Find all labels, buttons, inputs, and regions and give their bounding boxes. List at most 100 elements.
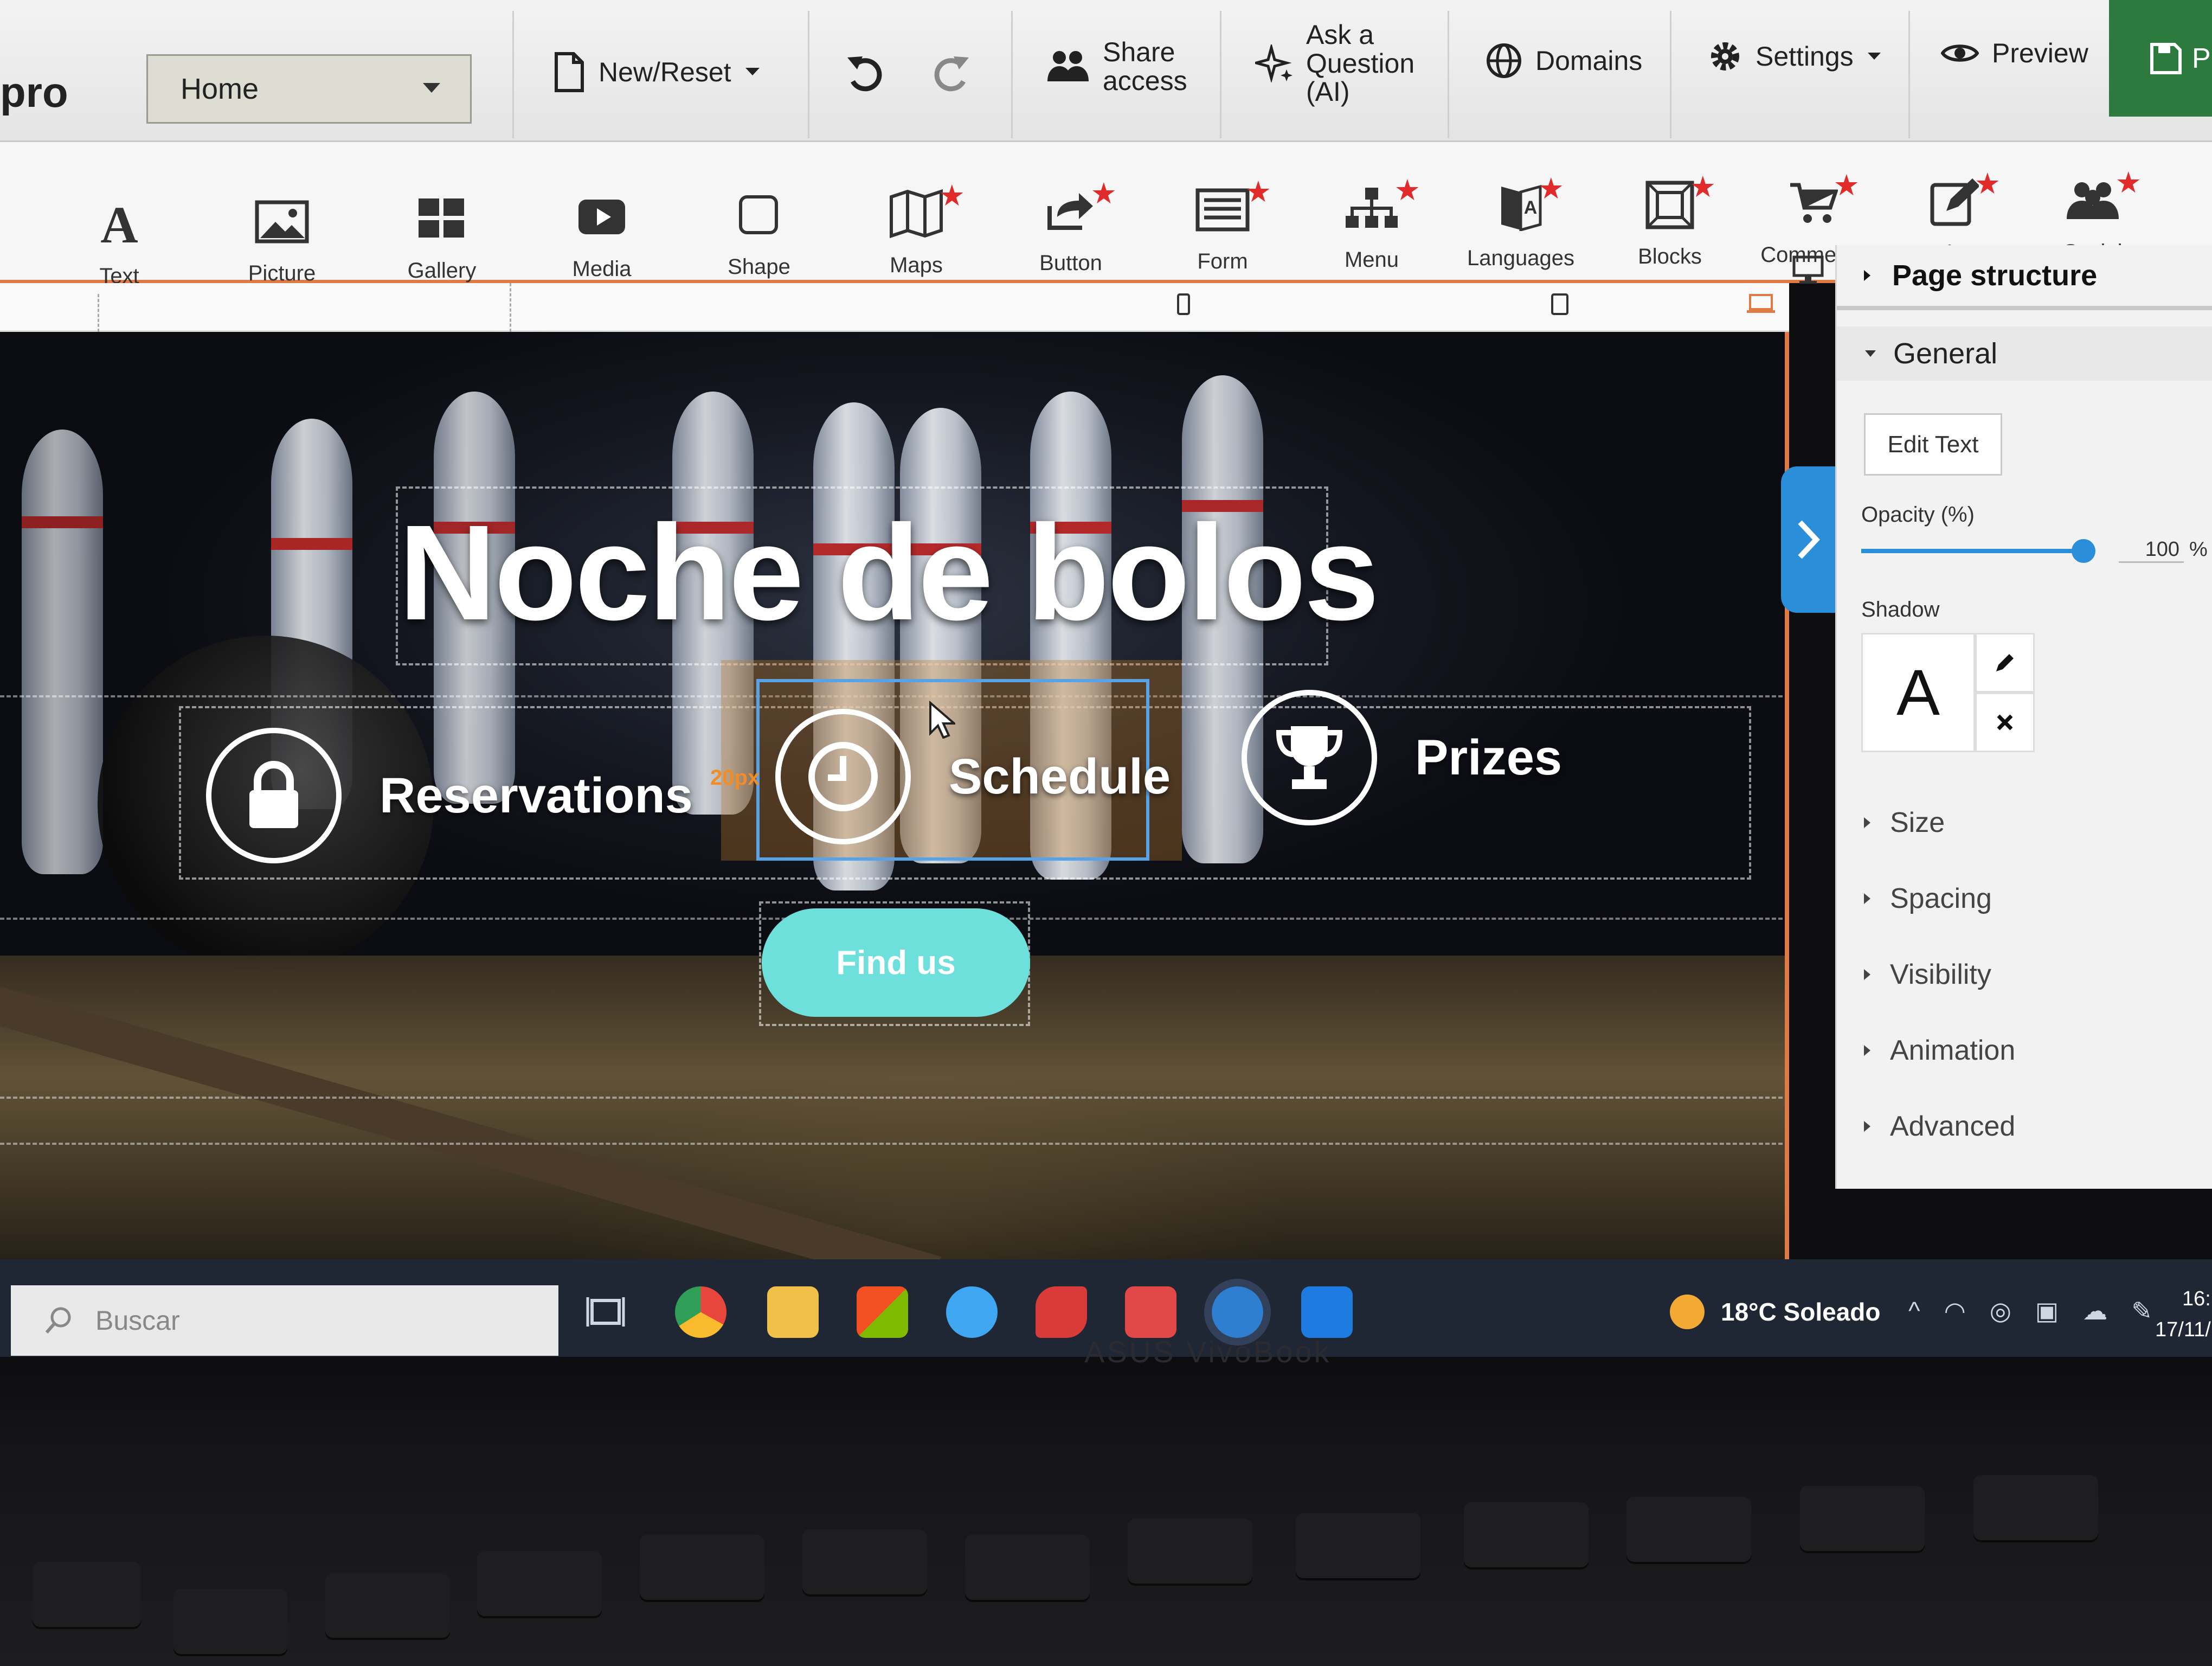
floppy-disk-icon — [2150, 42, 2182, 74]
insert-tool-label: Media — [572, 257, 632, 281]
cloud-icon[interactable]: ☁ — [2082, 1296, 2107, 1325]
feature-label: Schedule — [949, 748, 1171, 804]
system-clock[interactable]: 16: 17/11/ — [2155, 1284, 2211, 1345]
insert-tool-blocks[interactable]: ★ Blocks — [1607, 155, 1732, 269]
insert-tool-languages[interactable]: A ★ Languages — [1458, 157, 1583, 271]
shadow-label: Shadow — [1861, 598, 1940, 621]
find-us-button[interactable]: Find us — [762, 908, 1030, 1017]
section-general[interactable]: General — [1837, 326, 2212, 381]
save-button[interactable]: P — [2109, 0, 2212, 117]
premium-star-icon: ★ — [1394, 174, 1420, 207]
display-icon[interactable]: ▣ — [2035, 1296, 2059, 1325]
edge-icon[interactable] — [1204, 1279, 1271, 1345]
laptop-brand-logo: ASUS VivoBook — [1084, 1335, 1332, 1369]
mouse-cursor-icon — [929, 701, 955, 739]
toolbar-separator — [1011, 11, 1013, 138]
clock-icon — [775, 709, 911, 844]
feature-reservations[interactable]: Reservations — [206, 728, 693, 863]
page-canvas[interactable]: Noche de bolos 20px Reservations Schedul… — [0, 332, 1789, 1259]
insert-tool-menu[interactable]: ★ Menu — [1309, 158, 1434, 272]
insert-tool-shape[interactable]: Shape — [697, 165, 821, 279]
top-toolbar: pro Home New/Reset Share access Ask a Qu… — [0, 0, 2212, 142]
opacity-input[interactable]: 100 — [2119, 538, 2184, 563]
gallery-icon — [417, 189, 466, 249]
settings-button[interactable]: Settings — [1708, 39, 1882, 74]
opacity-slider-track[interactable] — [1861, 549, 2084, 553]
eye-icon — [1941, 44, 1979, 62]
insert-tool-label: Menu — [1344, 248, 1399, 272]
search-icon — [45, 1307, 71, 1334]
feature-schedule[interactable]: Schedule — [775, 709, 1171, 844]
insert-tool-media[interactable]: Media — [539, 168, 664, 281]
tablet-view-icon[interactable] — [1551, 293, 1569, 318]
share-access-button[interactable]: Share access — [1046, 38, 1187, 95]
preview-button[interactable]: Preview — [1941, 39, 2088, 68]
new-reset-button[interactable]: New/Reset — [553, 52, 761, 93]
insert-tool-button[interactable]: ★ Button — [1008, 162, 1133, 275]
chrome-icon[interactable] — [675, 1286, 726, 1338]
share-access-label-1: Share — [1103, 37, 1175, 67]
canvas-ruler — [0, 283, 1789, 332]
mobile-view-icon[interactable] — [1176, 293, 1191, 318]
insert-tool-text[interactable]: A Text — [57, 175, 182, 289]
lock-icon — [206, 728, 342, 863]
section-spacing[interactable]: Spacing — [1837, 861, 2212, 937]
insert-tool-picture[interactable]: Picture — [220, 172, 344, 286]
ask-question-ai-button[interactable]: Ask a Question (AI) — [1255, 21, 1414, 106]
insert-tool-gallery[interactable]: Gallery — [380, 169, 504, 283]
brand-logo: pro — [0, 68, 68, 116]
shadow-remove-button[interactable] — [1975, 693, 2035, 752]
undo-button[interactable] — [843, 50, 886, 96]
clock-date: 17/11/ — [2155, 1318, 2211, 1341]
wifi-icon[interactable]: ◠ — [1944, 1296, 1966, 1325]
file-explorer-icon[interactable] — [767, 1286, 819, 1338]
users-icon — [1047, 50, 1089, 81]
opacity-slider-handle[interactable] — [2072, 539, 2095, 563]
store-icon[interactable] — [857, 1286, 908, 1338]
ask-question-label-2: Question — [1306, 48, 1415, 79]
outlook-icon[interactable] — [1301, 1286, 1353, 1338]
premium-star-icon: ★ — [1833, 169, 1860, 202]
pen-icon[interactable]: ✎ — [2131, 1296, 2152, 1325]
premium-star-icon: ★ — [1090, 177, 1117, 210]
taskbar-search[interactable]: Buscar — [11, 1285, 558, 1356]
undo-icon — [847, 56, 882, 92]
caret-right-icon — [1864, 270, 1870, 281]
panel-collapse-button[interactable] — [1781, 466, 1835, 613]
toolbar-separator — [1448, 11, 1449, 138]
page-structure-header[interactable]: Page structure — [1837, 245, 2212, 310]
hero-title[interactable]: Noche de bolos — [398, 495, 1379, 650]
webcam-icon[interactable]: ◎ — [1990, 1296, 2011, 1325]
section-animation[interactable]: Animation — [1837, 1013, 2212, 1088]
picture-icon — [255, 192, 309, 252]
page-select-dropdown[interactable]: Home — [146, 54, 472, 124]
task-view-icon[interactable] — [580, 1286, 632, 1338]
insert-tool-label: Gallery — [407, 259, 477, 283]
desktop-view-icon[interactable] — [1792, 255, 1824, 288]
premium-star-icon: ★ — [1245, 176, 1271, 208]
domains-button[interactable]: Domains — [1486, 42, 1642, 79]
caret-right-icon — [1864, 817, 1870, 828]
shadow-preview[interactable]: A — [1861, 633, 1975, 752]
red-app-icon[interactable] — [1036, 1286, 1087, 1338]
section-visibility[interactable]: Visibility — [1837, 937, 2212, 1013]
caret-right-icon — [1864, 1121, 1870, 1132]
premium-star-icon: ★ — [1974, 168, 2001, 200]
redo-icon — [934, 56, 969, 92]
feature-prizes[interactable]: Prizes — [1242, 690, 1562, 825]
section-advanced[interactable]: Advanced — [1837, 1088, 2212, 1164]
feature-label: Reservations — [380, 767, 693, 823]
edit-text-button[interactable]: Edit Text — [1864, 413, 2002, 476]
laptop-view-icon[interactable] — [1746, 293, 1776, 317]
redo-button[interactable] — [930, 50, 973, 96]
feather-app-icon[interactable] — [946, 1286, 998, 1338]
insert-tool-form[interactable]: ★ Form — [1160, 160, 1285, 274]
insert-tool-maps[interactable]: ★ Maps — [854, 164, 979, 278]
chevron-up-icon[interactable]: ^ — [1908, 1296, 1920, 1325]
shape-icon — [737, 185, 781, 245]
shadow-edit-button[interactable] — [1975, 633, 2035, 693]
insert-tool-label: Maps — [890, 253, 943, 277]
gift-icon[interactable] — [1125, 1286, 1176, 1338]
section-size[interactable]: Size — [1837, 785, 2212, 861]
weather-widget[interactable]: 18°C Soleado — [1670, 1295, 1881, 1329]
